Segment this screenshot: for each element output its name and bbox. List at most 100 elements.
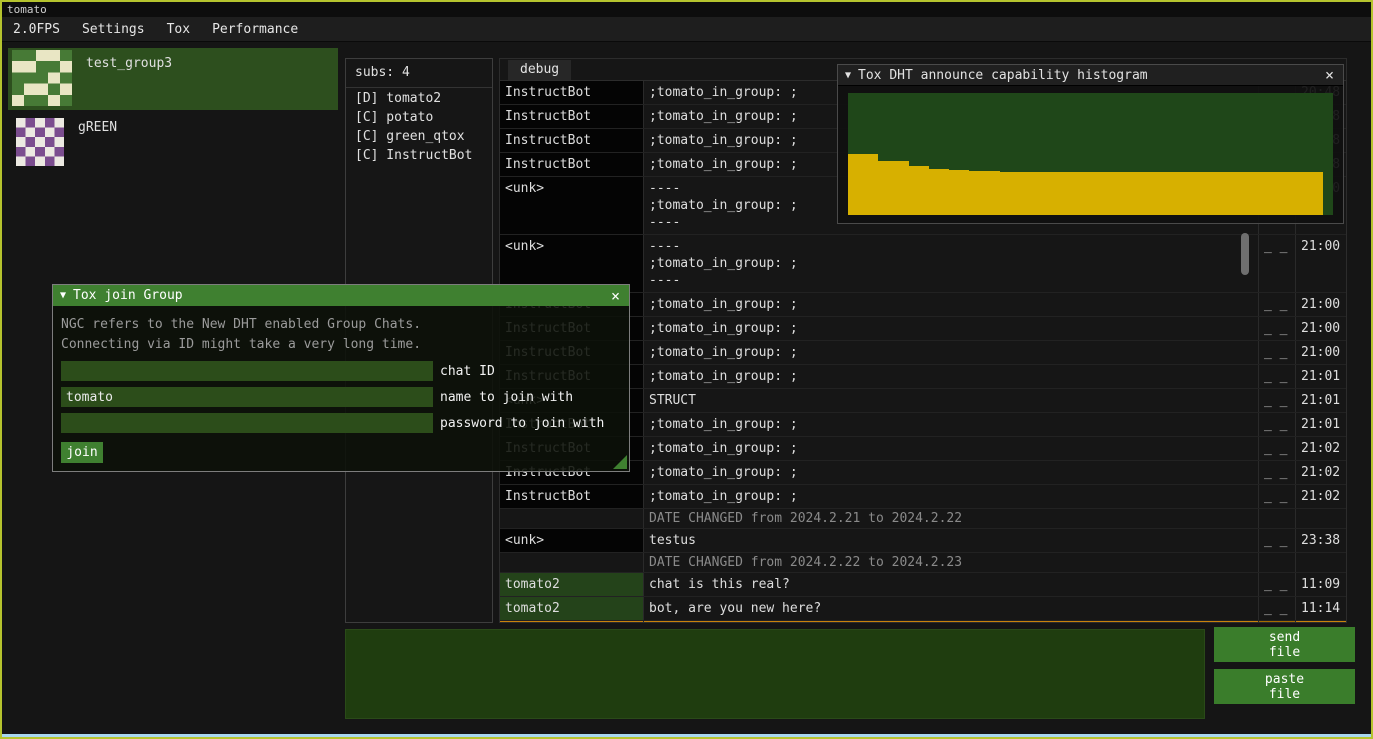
histogram-bar: [1000, 172, 1010, 215]
message-time: 21:02: [1296, 485, 1346, 508]
window-close-icon[interactable]: ×: [609, 289, 622, 303]
message-time: 21:02: [1296, 437, 1346, 460]
message-time: 21:00: [1296, 317, 1346, 340]
message-author: tomato2: [500, 573, 644, 596]
join-window-body: NGC refers to the New DHT enabled Group …: [53, 306, 629, 471]
chat-scrollbar[interactable]: [1241, 233, 1249, 275]
group-name: gREEN: [78, 120, 117, 135]
group-avatar: [16, 118, 64, 166]
message-status: _ _: [1259, 389, 1296, 412]
histogram-window-titlebar[interactable]: ▼ Tox DHT announce capability histogram …: [838, 65, 1343, 86]
send-file-button[interactable]: send file: [1214, 627, 1355, 662]
menubar: 2.0FPS Settings Tox Performance: [2, 17, 1371, 42]
histogram-bar: [1313, 172, 1323, 215]
message-time: 21:01: [1296, 413, 1346, 436]
chat-id-input[interactable]: [61, 361, 433, 381]
window-collapse-icon[interactable]: ▼: [60, 290, 66, 301]
histogram-bar: [1262, 172, 1272, 215]
message-text: DATE CHANGED from 2024.2.21 to 2024.2.22: [644, 509, 1259, 528]
histogram-bar: [1182, 172, 1192, 215]
message-author: InstructBot: [500, 105, 644, 128]
message-text: ;tomato_in_group: ;: [644, 461, 1259, 484]
member-list: [D] tomato2 [C] potato [C] green_qtox [C…: [346, 88, 492, 164]
histogram-bar: [929, 169, 939, 215]
histogram-bar: [939, 169, 949, 215]
group-list-item[interactable]: test_group3: [8, 48, 338, 110]
histogram-bar: [848, 154, 858, 215]
member-list-item[interactable]: [C] InstructBot: [346, 145, 492, 164]
message-author: <unk>: [500, 177, 644, 234]
chat-message-row: tomato2 chat is this real? _ _ 11:09: [500, 573, 1346, 597]
histogram-bar: [1202, 172, 1212, 215]
chat-id-label: chat ID: [440, 364, 495, 379]
member-list-item[interactable]: [C] potato: [346, 107, 492, 126]
dht-histogram-window: ▼ Tox DHT announce capability histogram …: [837, 64, 1344, 224]
histogram-bar: [1172, 172, 1182, 215]
message-status: _ _: [1259, 529, 1296, 552]
histogram-bar: [1030, 172, 1040, 215]
resize-grip-icon[interactable]: [613, 455, 627, 469]
message-status: _ _: [1259, 317, 1296, 340]
message-status: _ _: [1259, 235, 1296, 292]
histogram-bar: [1232, 172, 1242, 215]
fps-indicator: 2.0FPS: [2, 19, 71, 40]
histogram-bar: [1091, 172, 1101, 215]
window-collapse-icon[interactable]: ▼: [845, 70, 851, 81]
message-text: ;tomato_in_group: ;: [644, 437, 1259, 460]
message-author: InstructBot: [500, 81, 644, 104]
message-text: ;tomato_in_group: ;: [644, 485, 1259, 508]
message-status: _ _: [1259, 485, 1296, 508]
histogram-bar: [969, 171, 979, 215]
message-text: STRUCT: [644, 389, 1259, 412]
histogram-bar: [1222, 172, 1232, 215]
window-title: Tox DHT announce capability histogram: [858, 68, 1148, 83]
member-list-item[interactable]: [C] green_qtox: [346, 126, 492, 145]
histogram-bar: [1131, 172, 1141, 215]
message-status: _ _: [1259, 341, 1296, 364]
message-status: [1259, 553, 1296, 572]
join-button[interactable]: join: [61, 442, 103, 463]
message-text: chat is this real?: [644, 573, 1259, 596]
message-text: ;tomato_in_group: ;: [644, 317, 1259, 340]
group-name: test_group3: [86, 56, 172, 71]
group-avatar: [12, 50, 72, 106]
paste-file-button[interactable]: paste file: [1214, 669, 1355, 704]
message-author: InstructBot: [500, 129, 644, 152]
member-list-item[interactable]: [D] tomato2: [346, 88, 492, 107]
tab-debug[interactable]: debug: [508, 60, 571, 80]
join-window-titlebar[interactable]: ▼ Tox join Group ×: [53, 285, 629, 306]
message-time: [1296, 553, 1346, 572]
menu-item-tox[interactable]: Tox: [156, 19, 201, 40]
histogram-bar: [990, 171, 1000, 215]
message-author: [500, 509, 644, 528]
histogram-bar: [1303, 172, 1313, 215]
message-text: ;tomato_in_group: ;: [644, 293, 1259, 316]
app-window: tomato 2.0FPS Settings Tox Performance t…: [0, 0, 1373, 739]
join-group-window: ▼ Tox join Group × NGC refers to the New…: [52, 284, 630, 472]
members-header: subs: 4: [346, 59, 492, 88]
histogram-bar: [1101, 172, 1111, 215]
chat-message-row: InstructBot ;tomato_in_group: ; _ _ 21:0…: [500, 485, 1346, 509]
menu-item-settings[interactable]: Settings: [71, 19, 156, 40]
join-password-input[interactable]: [61, 413, 433, 433]
histogram-bar: [1242, 172, 1252, 215]
message-status: _ _: [1259, 437, 1296, 460]
histogram-bar: [1081, 172, 1091, 215]
message-time: 21:02: [1296, 461, 1346, 484]
message-author: InstructBot: [500, 485, 644, 508]
window-close-icon[interactable]: ×: [1323, 68, 1336, 82]
join-desc-line-1: NGC refers to the New DHT enabled Group …: [61, 315, 621, 335]
join-name-label: name to join with: [440, 390, 573, 405]
message-text: testus: [644, 529, 1259, 552]
message-input[interactable]: [345, 629, 1205, 719]
join-name-input[interactable]: [61, 387, 433, 407]
message-status: _ _: [1259, 365, 1296, 388]
menu-item-performance[interactable]: Performance: [201, 19, 309, 40]
message-status: _ _: [1259, 597, 1296, 620]
message-text: DATE CHANGED from 2024.2.22 to 2024.2.23: [644, 553, 1259, 572]
histogram-bar: [1283, 172, 1293, 215]
group-list-item[interactable]: gREEN: [8, 112, 338, 174]
histogram-bar: [1212, 172, 1222, 215]
message-time: 11:09: [1296, 573, 1346, 596]
histogram-bar: [959, 170, 969, 215]
